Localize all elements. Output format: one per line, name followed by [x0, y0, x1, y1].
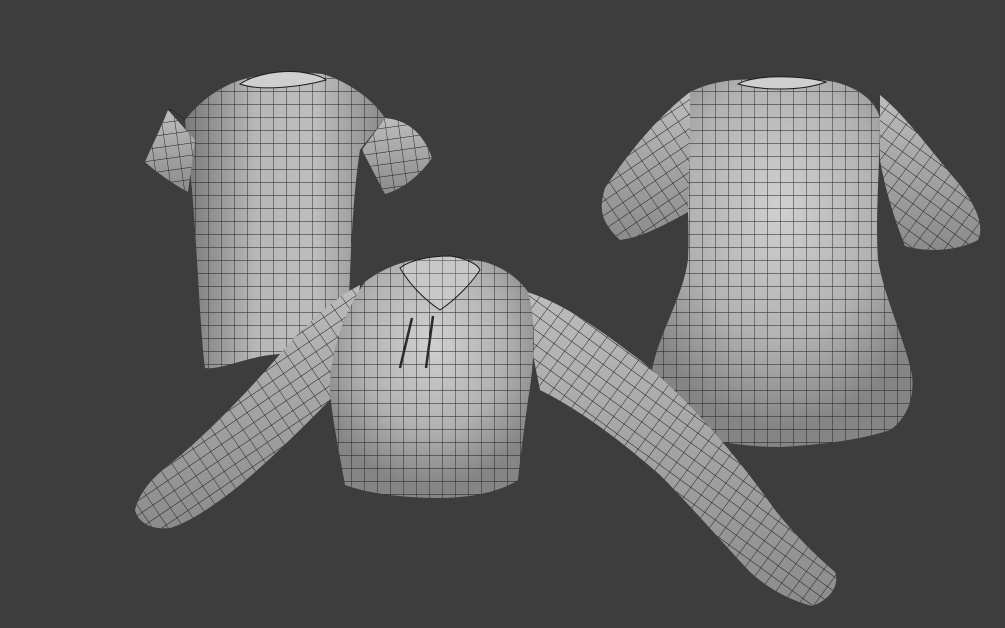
garment-render-scene — [135, 71, 981, 606]
3d-viewport[interactable] — [0, 0, 1005, 628]
